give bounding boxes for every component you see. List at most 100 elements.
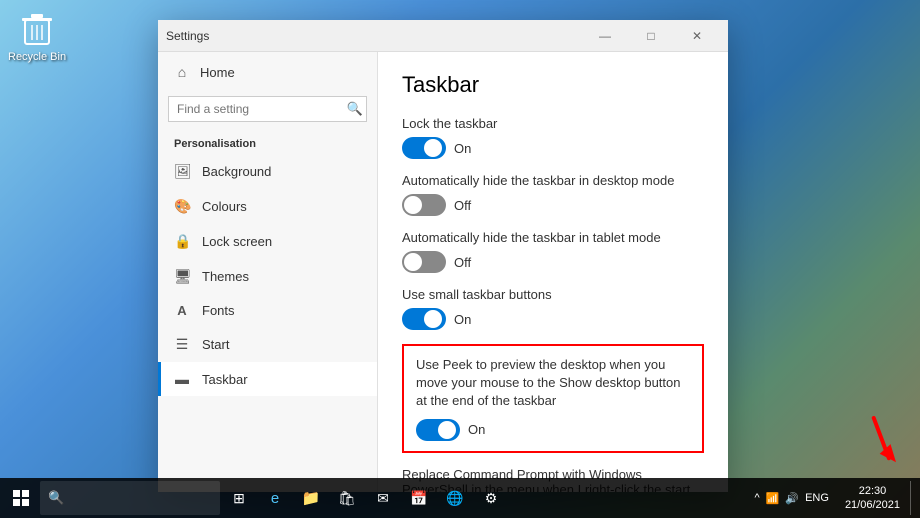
minimize-button[interactable]: — xyxy=(582,20,628,52)
taskbar-sys-icons: ^ 📶 🔊 ENG xyxy=(755,492,829,505)
start-icon: ☰ xyxy=(174,336,190,353)
settings-window: Settings — □ ✕ ⌂ Home 🔍 Personalisation xyxy=(158,20,728,492)
setting-label: Use Peek to preview the desktop when you… xyxy=(416,356,690,411)
title-bar-buttons: — □ ✕ xyxy=(582,20,720,52)
taskbar-mail[interactable]: ✉ xyxy=(366,481,400,515)
sidebar-section-title: Personalisation xyxy=(158,130,377,154)
home-icon: ⌂ xyxy=(174,64,190,80)
setting-label: Use small taskbar buttons xyxy=(402,287,704,302)
setting-hide-desktop: Automatically hide the taskbar in deskto… xyxy=(402,173,704,216)
sidebar-item-label: Taskbar xyxy=(202,372,248,387)
maximize-button[interactable]: □ xyxy=(628,20,674,52)
date-display: 21/06/2021 xyxy=(845,498,900,512)
taskbar-search[interactable]: 🔍 xyxy=(40,481,220,515)
taskbar-edge[interactable]: e xyxy=(258,481,292,515)
search-input[interactable] xyxy=(168,96,367,122)
setting-label: Automatically hide the taskbar in tablet… xyxy=(402,230,704,245)
lock-screen-icon: 🔒 xyxy=(174,233,190,250)
taskbar-file-explorer[interactable]: 📁 xyxy=(294,481,328,515)
show-desktop-button[interactable] xyxy=(910,481,916,515)
edge-icon: e xyxy=(271,490,279,507)
sidebar-item-label: Colours xyxy=(202,199,247,214)
taskbar-clock[interactable]: 22:30 21/06/2021 xyxy=(839,484,906,513)
sidebar-item-taskbar[interactable]: ▬ Taskbar xyxy=(158,362,377,396)
window-title: Settings xyxy=(166,29,582,43)
toggle-track[interactable] xyxy=(402,194,446,216)
toggle-thumb xyxy=(404,196,422,214)
task-view-icon: ⊞ xyxy=(233,490,245,507)
toggle-track[interactable] xyxy=(402,308,446,330)
calendar-icon: 📅 xyxy=(410,490,427,507)
toggle-thumb xyxy=(438,421,456,439)
toggle-thumb xyxy=(404,253,422,271)
toggle-hide-desktop: Off xyxy=(402,194,704,216)
toggle-value: On xyxy=(454,141,471,156)
sidebar-item-label: Background xyxy=(202,164,271,179)
taskbar-settings[interactable]: ⚙ xyxy=(474,481,508,515)
setting-hide-tablet: Automatically hide the taskbar in tablet… xyxy=(402,230,704,273)
main-content: Taskbar Lock the taskbar On Automaticall… xyxy=(378,52,728,492)
toggle-track[interactable] xyxy=(402,251,446,273)
setting-label: Automatically hide the taskbar in deskto… xyxy=(402,173,704,188)
toggle-track[interactable] xyxy=(416,419,460,441)
red-arrow xyxy=(855,412,909,478)
fonts-icon: A xyxy=(174,303,190,318)
taskbar-task-view[interactable]: ⊞ xyxy=(222,481,256,515)
search-icon: 🔍 xyxy=(48,490,64,506)
toggle-value: Off xyxy=(454,198,471,213)
recycle-bin[interactable]: Recycle Bin xyxy=(8,8,66,63)
toggle-thumb xyxy=(424,310,442,328)
sidebar-item-label: Themes xyxy=(202,269,249,284)
title-bar: Settings — □ ✕ xyxy=(158,20,728,52)
chevron-up-icon[interactable]: ^ xyxy=(755,492,760,504)
toggle-lock-taskbar: On xyxy=(402,137,704,159)
setting-lock-taskbar: Lock the taskbar On xyxy=(402,116,704,159)
sidebar-item-themes[interactable]: 🖥 Themes xyxy=(158,259,377,294)
network-icon: 📶 xyxy=(766,492,780,505)
toggle-value: On xyxy=(468,422,485,437)
settings-taskbar-icon: ⚙ xyxy=(485,490,498,507)
page-title: Taskbar xyxy=(402,72,704,98)
sidebar-item-lock-screen[interactable]: 🔒 Lock screen xyxy=(158,224,377,259)
toggle-value: On xyxy=(454,312,471,327)
window-body: ⌂ Home 🔍 Personalisation 🖼 Background 🎨 … xyxy=(158,52,728,492)
sidebar-item-start[interactable]: ☰ Start xyxy=(158,327,377,362)
language-indicator: ENG xyxy=(805,492,829,504)
file-explorer-icon: 📁 xyxy=(302,489,321,507)
sidebar-item-colours[interactable]: 🎨 Colours xyxy=(158,189,377,224)
sidebar-item-fonts[interactable]: A Fonts xyxy=(158,294,377,327)
background-icon: 🖼 xyxy=(174,163,190,180)
recycle-bin-label: Recycle Bin xyxy=(8,51,66,63)
toggle-value: Off xyxy=(454,255,471,270)
sidebar: ⌂ Home 🔍 Personalisation 🖼 Background 🎨 … xyxy=(158,52,378,492)
taskbar-calendar[interactable]: 📅 xyxy=(402,481,436,515)
taskbar-store[interactable]: 🛍 xyxy=(330,481,364,515)
store-icon: 🛍 xyxy=(338,490,356,507)
colours-icon: 🎨 xyxy=(174,198,190,215)
setting-peek-highlighted: Use Peek to preview the desktop when you… xyxy=(402,344,704,453)
toggle-peek: On xyxy=(416,419,690,441)
sidebar-item-background[interactable]: 🖼 Background xyxy=(158,154,377,189)
toggle-track[interactable] xyxy=(402,137,446,159)
toggle-thumb xyxy=(424,139,442,157)
start-button[interactable] xyxy=(4,481,38,515)
taskbar: 🔍 ⊞ e 📁 🛍 ✉ 📅 🌐 xyxy=(0,478,920,518)
search-icon: 🔍 xyxy=(347,101,363,117)
close-button[interactable]: ✕ xyxy=(674,20,720,52)
taskbar-chrome[interactable]: 🌐 xyxy=(438,481,472,515)
taskbar-right: ^ 📶 🔊 ENG 22:30 21/06/2021 xyxy=(755,481,916,515)
toggle-hide-tablet: Off xyxy=(402,251,704,273)
toggle-small-buttons: On xyxy=(402,308,704,330)
sidebar-item-label: Start xyxy=(202,337,229,352)
sidebar-item-label: Lock screen xyxy=(202,234,272,249)
setting-small-buttons: Use small taskbar buttons On xyxy=(402,287,704,330)
taskbar-icon: ▬ xyxy=(174,371,190,387)
mail-icon: ✉ xyxy=(377,490,389,507)
setting-label: Lock the taskbar xyxy=(402,116,704,131)
sidebar-home[interactable]: ⌂ Home xyxy=(158,52,377,92)
time-display: 22:30 xyxy=(859,484,887,498)
taskbar-left: 🔍 ⊞ e 📁 🛍 ✉ 📅 🌐 xyxy=(4,481,508,515)
search-box: 🔍 xyxy=(168,96,367,122)
volume-icon[interactable]: 🔊 xyxy=(785,492,799,505)
themes-icon: 🖥 xyxy=(174,268,190,285)
